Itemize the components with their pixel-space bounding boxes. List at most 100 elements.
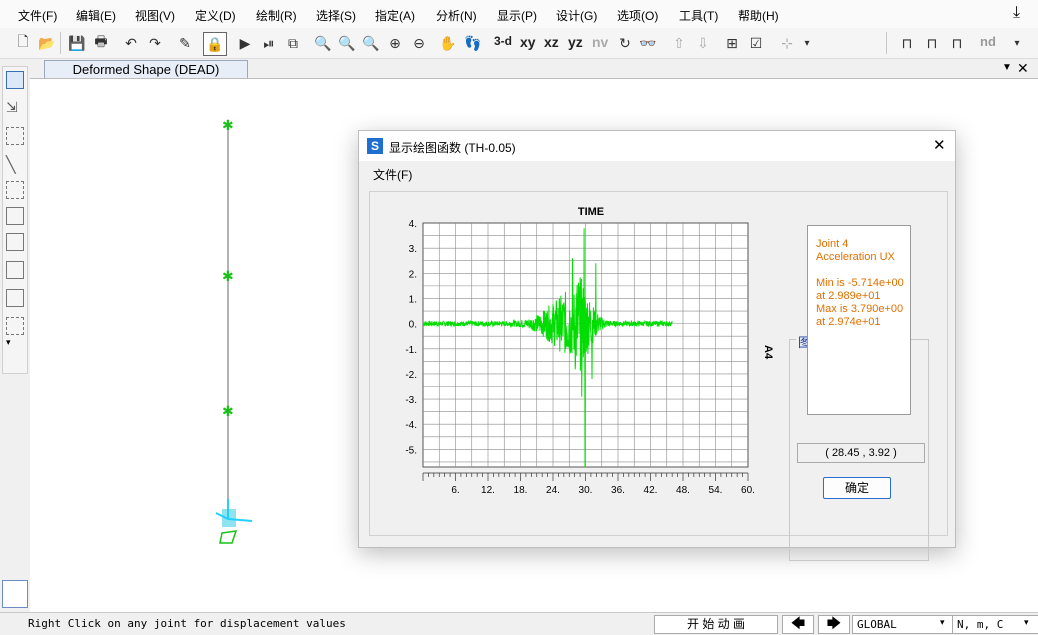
y-tick-label: -1. xyxy=(405,345,417,356)
chevron-down-icon: ▾ xyxy=(940,617,945,627)
frame-multi-icon[interactable]: ⊓ xyxy=(921,32,943,54)
draw-rect-area-icon[interactable] xyxy=(6,289,24,307)
toolbar-divider xyxy=(60,32,61,54)
menu-select[interactable]: 选择(S) xyxy=(316,7,356,24)
doc-tab[interactable]: Deformed Shape (DEAD) xyxy=(44,60,248,79)
menu-display[interactable]: 显示(P) xyxy=(497,7,537,24)
download-icon[interactable]: ⤓ xyxy=(1013,4,1020,22)
zoom-window-icon[interactable]: 🔍 xyxy=(312,32,334,54)
view-nv-button[interactable]: nv xyxy=(592,34,608,50)
menu-edit[interactable]: 编辑(E) xyxy=(76,7,116,24)
view-yz-button[interactable]: yz xyxy=(568,34,583,50)
chart-title: TIME xyxy=(578,206,604,218)
menu-help[interactable]: 帮助(H) xyxy=(738,7,779,24)
menu-options[interactable]: 选项(O) xyxy=(617,7,658,24)
x-tick-label: 30. xyxy=(579,485,593,496)
dropdown-arrow-icon[interactable]: ▾ xyxy=(796,32,818,54)
save-icon[interactable]: 💾 xyxy=(66,32,88,54)
start-animation-button[interactable]: 开 始 动 画 xyxy=(654,615,778,634)
menu-file[interactable]: 文件(F) xyxy=(18,7,57,24)
ok-button[interactable]: 确定 xyxy=(823,477,891,499)
draw-grid-frame-icon[interactable] xyxy=(6,233,24,251)
draw-quick-area-icon[interactable] xyxy=(6,317,24,335)
up-arrow-icon[interactable]: ⇧ xyxy=(668,32,690,54)
more-tools-icon[interactable]: ▾ xyxy=(6,337,24,355)
draw-joint-icon[interactable] xyxy=(6,127,24,145)
glasses-icon[interactable]: 👓 xyxy=(637,32,659,54)
joint-marker: ✱ xyxy=(222,403,234,419)
menu-view[interactable]: 视图(V) xyxy=(135,7,175,24)
draw-brace-icon[interactable] xyxy=(6,207,24,225)
frame-special-icon[interactable]: ⊓ xyxy=(946,32,968,54)
right-axis-label: A4 xyxy=(762,345,774,360)
menu-design[interactable]: 设计(G) xyxy=(556,7,597,24)
pan-icon[interactable]: ✋ xyxy=(437,32,459,54)
tab-list-icon[interactable]: ▼ xyxy=(1002,62,1012,73)
view-3d-button[interactable]: 3-d xyxy=(494,34,512,48)
menu-assign[interactable]: 指定(A) xyxy=(375,7,415,24)
status-bar: Right Click on any joint for displacemen… xyxy=(0,612,1038,635)
rotate-icon[interactable]: ↻ xyxy=(614,32,636,54)
legend-line-min-at: at 2.989e+01 xyxy=(816,290,881,302)
draw-frame-icon[interactable]: ╲ xyxy=(6,155,24,174)
y-tick-label: 1. xyxy=(409,294,417,305)
toolbar-divider xyxy=(886,32,887,54)
view-xy-button[interactable]: xy xyxy=(520,34,536,50)
draw-poly-area-icon[interactable] xyxy=(6,261,24,279)
reshape-icon[interactable]: ⇲ xyxy=(6,99,24,117)
x-tick-label: 18. xyxy=(514,485,528,496)
snap-icon[interactable] xyxy=(2,580,28,608)
zoom-out-icon[interactable]: ⊖ xyxy=(408,32,430,54)
draw-link-icon[interactable] xyxy=(6,181,24,199)
add-icon[interactable]: ⊹ xyxy=(776,32,798,54)
left-toolbar: ⇲ ╲ ▾ xyxy=(2,66,28,374)
walk-icon[interactable]: 👣 xyxy=(462,32,484,54)
view-xz-button[interactable]: xz xyxy=(544,34,559,50)
menu-tools[interactable]: 工具(T) xyxy=(679,7,718,24)
y-tick-label: 3. xyxy=(409,244,417,255)
menu-define[interactable]: 定义(D) xyxy=(195,7,236,24)
close-tab-icon[interactable]: ✕ xyxy=(1017,60,1029,77)
doc-tab-title: Deformed Shape (DEAD) xyxy=(72,62,220,77)
menu-draw[interactable]: 绘制(R) xyxy=(256,7,297,24)
redo-icon[interactable]: ↷ xyxy=(144,32,166,54)
nd-button[interactable]: nd xyxy=(980,34,996,49)
down-arrow-icon[interactable]: ⇩ xyxy=(692,32,714,54)
new-file-icon[interactable]: 🗋 xyxy=(12,32,34,54)
pen-icon[interactable]: ✎ xyxy=(174,32,196,54)
legend-line-min: Min is -5.714e+00 xyxy=(816,277,904,289)
zoom-restore-icon[interactable]: 🔍 xyxy=(336,32,358,54)
x-tick-label: 48. xyxy=(676,485,690,496)
y-tick-label: 0. xyxy=(409,320,417,331)
joint-marker: ✱ xyxy=(222,117,234,133)
menu-bar: 文件(F) 编辑(E) 视图(V) 定义(D) 绘制(R) 选择(S) 指定(A… xyxy=(0,0,1038,29)
frame-icon[interactable]: ⊓ xyxy=(896,32,918,54)
chevron-down-icon: ▾ xyxy=(1024,617,1029,627)
support-symbol xyxy=(219,530,238,544)
zoom-in-icon[interactable]: ⊕ xyxy=(384,32,406,54)
zoom-fit-icon[interactable]: 🔍 xyxy=(360,32,382,54)
prev-step-button[interactable]: 🡄 xyxy=(782,615,814,634)
run-step-icon[interactable]: ⏯ xyxy=(258,32,280,54)
toolbar-more-icon[interactable]: ▾ xyxy=(1006,32,1028,54)
y-tick-label: -3. xyxy=(405,395,417,406)
legend-line-spacer xyxy=(816,264,910,277)
legend-line-max: Max is 3.790e+00 xyxy=(816,303,904,315)
pointer-icon[interactable] xyxy=(6,71,24,89)
checkbox-icon[interactable]: ☑ xyxy=(745,32,767,54)
next-step-button[interactable]: 🡆 xyxy=(818,615,850,634)
print-icon[interactable]: 🖶 xyxy=(90,32,112,54)
status-hint: Right Click on any joint for displacemen… xyxy=(28,617,346,630)
menu-analyze[interactable]: 分析(N) xyxy=(436,7,477,24)
lock-icon[interactable]: 🔒 xyxy=(203,32,227,56)
open-file-icon[interactable]: 📂 xyxy=(36,32,58,54)
x-tick-label: 60. xyxy=(741,485,755,496)
legend-line-quantity: Acceleration UX xyxy=(816,251,895,263)
y-tick-label: -5. xyxy=(405,445,417,456)
y-tick-label: -4. xyxy=(405,420,417,431)
run-options-icon[interactable]: ⧉ xyxy=(282,32,304,54)
grid-select-icon[interactable]: ⊞ xyxy=(721,32,743,54)
undo-icon[interactable]: ↶ xyxy=(120,32,142,54)
run-icon[interactable]: ▶ xyxy=(234,32,256,54)
plot-function-dialog: S 显示绘图函数 (TH-0.05) ✕ 文件(F) TIME 4. 3. 2. 1.… xyxy=(358,130,956,561)
